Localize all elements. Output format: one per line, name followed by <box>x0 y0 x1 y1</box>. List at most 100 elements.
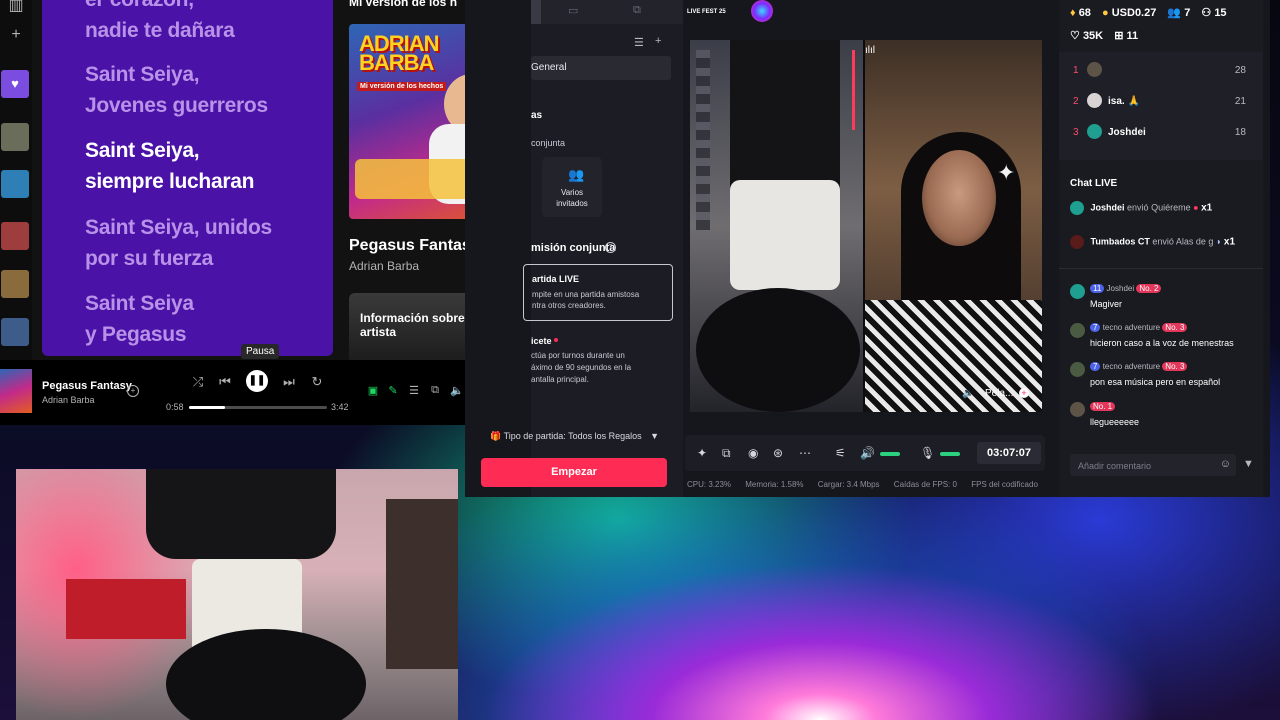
mixer-icon[interactable]: ⚟ <box>835 446 846 460</box>
viewers-stat: 👥 7 <box>1167 7 1191 19</box>
library-thumb-5[interactable] <box>1 318 29 346</box>
encoder-fps-status: FPS del codificado <box>971 480 1038 489</box>
rank-number: 2 <box>1073 96 1079 107</box>
start-button[interactable]: Empezar <box>481 458 667 487</box>
layout-icon[interactable]: ⧉ <box>722 446 731 461</box>
studio-right-panel: ♦ 68 ● USD0.27 👥 7 ⚇ 15 ♡ 35K ⊞ 11 1 28 … <box>1059 0 1263 497</box>
now-playing-artist[interactable]: Adrian Barba <box>42 395 95 405</box>
gifter-row[interactable]: 1 28 <box>1070 60 1256 82</box>
live-match-desc: ntra otros creadores. <box>532 301 606 310</box>
red-table <box>66 579 186 639</box>
gifter-score: 18 <box>1234 127 1246 138</box>
new-dot <box>554 338 558 342</box>
volume-icon[interactable]: 🔈 <box>450 384 464 397</box>
webcam-feed <box>16 469 458 720</box>
connect-device-icon[interactable]: ⧉ <box>429 384 441 397</box>
wings-gift-icon: ◗ <box>1215 236 1222 247</box>
tab-active[interactable] <box>531 0 541 24</box>
desktop-tab-icon[interactable]: ▭ <box>568 4 578 17</box>
library-thumb-2[interactable] <box>1 170 29 198</box>
lyric-line: Saint Seiya, Jovenes guerreros <box>85 63 268 117</box>
preview-guest-camera: ılıl ✦ <box>865 40 1042 412</box>
song-title[interactable]: Pegasus Fantasy <box>349 237 480 255</box>
heart-icon: ♥ <box>11 76 19 91</box>
earnings-stat: ● USD0.27 <box>1102 7 1157 19</box>
help-icon[interactable]: ? <box>605 242 616 253</box>
library-thumb-4[interactable] <box>1 270 29 298</box>
liked-songs-thumb[interactable]: ♥ <box>1 70 29 98</box>
sidebar-header: Mi versión de los h <box>349 0 458 9</box>
record-icon[interactable]: ◉ <box>748 446 758 460</box>
list-icon[interactable]: ☰ <box>634 36 644 49</box>
guest-add-icon[interactable]: + <box>1019 388 1029 398</box>
lyrics-icon[interactable]: ✎ <box>387 384 399 397</box>
now-playing-view-icon[interactable]: ▣ <box>367 384 379 397</box>
library-thumb-3[interactable] <box>1 222 29 250</box>
match-type-select[interactable]: 🎁 Tipo de partida: Todos los Regalos ▼ <box>490 431 659 442</box>
gifter-row[interactable]: 3 Joshdei 18 <box>1070 122 1256 144</box>
coin-icon: ● <box>1102 7 1109 19</box>
mic-level[interactable] <box>940 452 960 456</box>
diamond-icon: ♦ <box>1070 7 1076 19</box>
fps-drop-status: Caídas de FPS: 0 <box>893 480 957 489</box>
effects-icon[interactable]: ✦ <box>697 446 707 460</box>
likes-stat: ♡ 35K <box>1070 30 1104 42</box>
mobile-tab-icon[interactable]: ⧉ <box>633 4 641 17</box>
microphone-icon[interactable]: 🎙 <box>920 446 935 460</box>
stats-row: ♦ 68 ● USD0.27 👥 7 ⚇ 15 <box>1070 6 1235 19</box>
preview-person <box>730 40 840 190</box>
now-playing-title[interactable]: Pegasus Fantasy <box>42 380 132 392</box>
emoji-icon[interactable]: ☺ <box>1220 458 1231 470</box>
add-source-icon[interactable]: + <box>655 35 661 47</box>
speaker-icon[interactable]: 🔊 <box>860 446 875 460</box>
multi-guest-label: Varios invitados <box>556 188 588 208</box>
gifter-score: 21 <box>1234 96 1246 107</box>
chat-text: Magiver <box>1090 299 1123 309</box>
previous-icon[interactable]: ⏮ <box>216 374 234 390</box>
camera-settings-icon[interactable]: ⊛ <box>773 446 783 460</box>
new-followers-stat: ⚇ 15 <box>1201 7 1227 19</box>
comment-input[interactable] <box>1076 458 1220 474</box>
avatar <box>1070 284 1085 299</box>
progress-bar[interactable] <box>189 406 327 409</box>
now-playing-thumb[interactable] <box>0 369 32 413</box>
stats-row-2: ♡ 35K ⊞ 11 <box>1070 29 1146 42</box>
queue-icon[interactable]: ☰ <box>408 384 420 397</box>
filter-icon[interactable]: ▼ <box>1243 458 1254 470</box>
multi-guest-button[interactable]: 👥 Varios invitados <box>542 157 602 217</box>
pause-tooltip: Pausa <box>241 344 280 359</box>
relay-title: icete <box>531 336 552 346</box>
avatar <box>1087 124 1102 139</box>
library-icon[interactable]: ▥ <box>6 0 26 16</box>
add-icon[interactable]: + <box>127 385 139 397</box>
library-thumb-1[interactable] <box>1 123 29 151</box>
scene-general[interactable]: General <box>531 56 671 80</box>
scene-general-label: General <box>531 62 567 73</box>
guest-name: Pela... <box>985 388 1014 399</box>
gifter-score: 28 <box>1234 65 1246 76</box>
chat-text: hicieron caso a la voz de menestras <box>1090 338 1234 348</box>
rank-number: 3 <box>1073 127 1079 138</box>
stream-controls: ✦ ⧉ ◉ ⊛ ⋯ ⚟ 🔊 🎙 03:07:07 <box>685 435 1045 471</box>
guest-mute-icon[interactable]: 🔈 <box>962 388 974 399</box>
create-playlist-icon[interactable]: + <box>6 25 26 45</box>
live-studio-window: ▭ ⧉ ☰ + General as conjunta 👥 Varios invi… <box>465 0 1270 497</box>
next-icon[interactable]: ⏭ <box>280 374 298 390</box>
cover-subtitle: Mi versión de los hechos <box>357 82 447 91</box>
pause-button[interactable]: ❚❚ <box>246 370 268 392</box>
live-match-option[interactable]: artida LIVE mpite en una partida amistos… <box>523 264 673 321</box>
stream-preview[interactable]: ılıl ✦ <box>690 40 1042 412</box>
elapsed-time: 0:58 <box>166 402 184 412</box>
gifter-row[interactable]: 2 isa. 🙏 21 <box>1070 91 1256 113</box>
status-bar: CPU: 3.23% Memoria: 1.58% Cargar: 3.4 Mb… <box>687 480 1067 489</box>
section-title: as <box>531 110 543 121</box>
memory-status: Memoria: 1.58% <box>745 480 804 489</box>
strawberry-gift-icon: ● <box>1193 202 1199 213</box>
gift-event: Tumbados CT envió Alas de g ◗ x1 <box>1070 235 1256 255</box>
more-icon[interactable]: ⋯ <box>799 446 811 460</box>
speaker-level[interactable] <box>880 452 900 456</box>
gift-icon: ⊞ <box>1114 30 1124 42</box>
song-artist[interactable]: Adrian Barba <box>349 259 419 273</box>
repeat-icon[interactable]: ↻ <box>308 374 326 390</box>
shuffle-icon[interactable]: ⤮ <box>189 374 207 390</box>
